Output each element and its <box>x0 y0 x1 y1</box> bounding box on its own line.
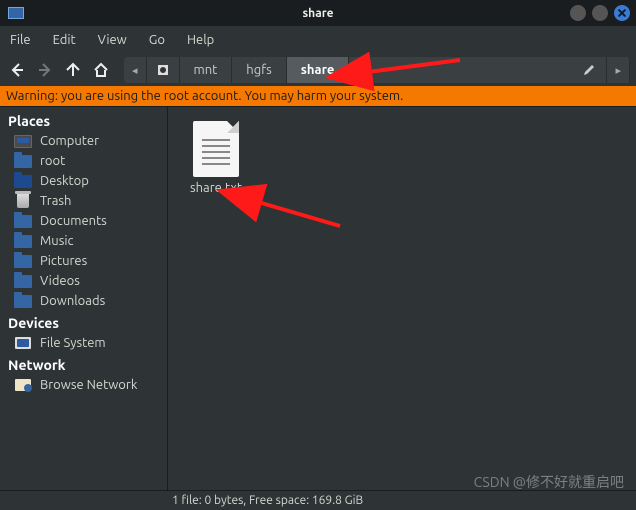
sidebar-item-label: Desktop <box>40 174 89 188</box>
network-icon <box>14 378 32 392</box>
toolbar: ◂ mnt hgfs share ▸ <box>0 54 636 86</box>
nav-home-button[interactable] <box>90 59 112 81</box>
minimize-button[interactable] <box>570 5 586 21</box>
nav-up-button[interactable] <box>62 59 84 81</box>
sidebar-item-label: root <box>40 154 65 168</box>
menubar: File Edit View Go Help <box>0 26 636 54</box>
maximize-button[interactable] <box>592 5 608 21</box>
sidebar-item-documents[interactable]: Documents <box>0 211 167 231</box>
window-title: share <box>303 7 334 20</box>
sidebar-item-trash[interactable]: Trash <box>0 191 167 211</box>
folder-icon <box>14 274 32 288</box>
sidebar-item-browse-network[interactable]: Browse Network <box>0 375 167 395</box>
path-segment-share[interactable]: share <box>287 57 350 83</box>
sidebar-item-label: Browse Network <box>40 378 137 392</box>
file-label: share.txt <box>190 181 242 195</box>
file-item[interactable]: share.txt <box>178 121 254 195</box>
root-warning-bar: Warning: you are using the root account.… <box>0 86 636 106</box>
folder-icon <box>14 254 32 268</box>
sidebar-header-places: Places <box>0 109 167 131</box>
folder-dark-icon <box>14 174 32 188</box>
window-controls <box>570 5 630 21</box>
menu-file[interactable]: File <box>10 33 31 47</box>
sidebar-item-label: Videos <box>40 274 80 288</box>
sidebar-item-label: File System <box>40 336 106 350</box>
text-file-icon <box>193 121 239 177</box>
sidebar-item-label: Computer <box>40 134 99 148</box>
sidebar-item-label: Documents <box>40 214 107 228</box>
status-bar: 1 file: 0 bytes, Free space: 169.8 GiB <box>0 490 636 510</box>
sidebar-item-desktop[interactable]: Desktop <box>0 171 167 191</box>
folder-icon <box>14 154 32 168</box>
path-scroll-left-icon[interactable]: ◂ <box>124 57 147 83</box>
nav-forward-button[interactable] <box>34 59 56 81</box>
menu-go[interactable]: Go <box>149 33 165 47</box>
trash-icon <box>14 194 32 208</box>
sidebar-item-music[interactable]: Music <box>0 231 167 251</box>
folder-icon <box>14 294 32 308</box>
sidebar-item-root[interactable]: root <box>0 151 167 171</box>
sidebar-item-computer[interactable]: Computer <box>0 131 167 151</box>
path-root-button[interactable] <box>147 57 180 83</box>
sidebar-item-filesystem[interactable]: File System <box>0 333 167 353</box>
sidebar-item-label: Downloads <box>40 294 105 308</box>
sidebar-header-devices: Devices <box>0 311 167 333</box>
folder-icon <box>14 214 32 228</box>
path-bar: ◂ mnt hgfs share ▸ <box>124 57 630 83</box>
status-text: 1 file: 0 bytes, Free space: 169.8 GiB <box>172 494 363 507</box>
menu-help[interactable]: Help <box>187 33 214 47</box>
path-scroll-right-icon[interactable]: ▸ <box>607 57 630 83</box>
sidebar-item-videos[interactable]: Videos <box>0 271 167 291</box>
sidebar-item-downloads[interactable]: Downloads <box>0 291 167 311</box>
path-segment-mnt[interactable]: mnt <box>180 57 233 83</box>
menu-view[interactable]: View <box>98 33 127 47</box>
sidebar-item-label: Music <box>40 234 74 248</box>
sidebar-header-network: Network <box>0 353 167 375</box>
close-button[interactable] <box>614 5 630 21</box>
app-folder-icon <box>8 7 24 19</box>
sidebar-item-pictures[interactable]: Pictures <box>0 251 167 271</box>
path-segment-hgfs[interactable]: hgfs <box>232 57 287 83</box>
content-area: Places Computer root Desktop Trash Docum… <box>0 106 636 490</box>
disk-icon <box>14 336 32 350</box>
titlebar: share <box>0 0 636 26</box>
nav-back-button[interactable] <box>6 59 28 81</box>
sidebar-item-label: Pictures <box>40 254 87 268</box>
sidebar-item-label: Trash <box>40 194 71 208</box>
menu-edit[interactable]: Edit <box>53 33 76 47</box>
sidebar: Places Computer root Desktop Trash Docum… <box>0 107 168 490</box>
file-pane[interactable]: share.txt <box>168 107 636 490</box>
folder-icon <box>14 234 32 248</box>
root-warning-text: Warning: you are using the root account.… <box>6 89 403 103</box>
edit-path-button[interactable] <box>572 57 607 83</box>
monitor-icon <box>14 134 32 148</box>
